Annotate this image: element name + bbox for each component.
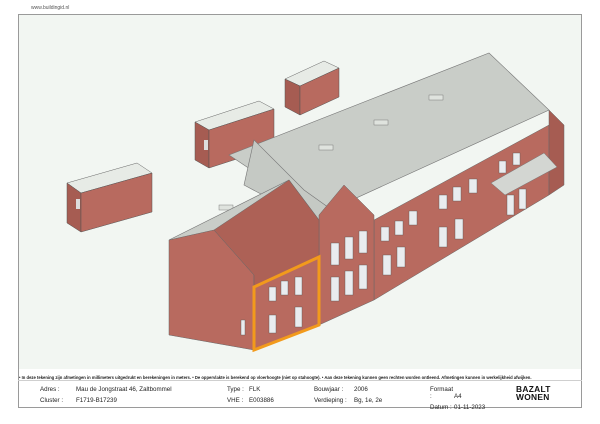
source-url: www.buildingid.nl [31, 5, 70, 11]
cluster-value: F1719-B17239 [76, 397, 117, 404]
vhe-value: E003886 [249, 397, 274, 404]
formaat-block: Formaat : A4 Datum :01-11-2023 [430, 386, 485, 411]
divider [18, 380, 582, 381]
formaat-label: Formaat : [430, 386, 454, 400]
type-value: FLK [249, 386, 261, 393]
logo-line2: WONEN [516, 392, 550, 402]
building-illustration [66, 52, 565, 353]
bouwjaar-value: 2006 [354, 386, 368, 393]
datum-value: 01-11-2023 [454, 404, 486, 411]
type-block: Type : FLK VHE : E003886 [227, 386, 274, 404]
bouwjaar-block: Bouwjaar : 2006 Verdieping : Bg, 1e, 2e [314, 386, 382, 404]
isometric-drawing [19, 15, 581, 369]
formaat-value: A4 [454, 393, 462, 400]
bazalt-wonen-logo: BAZALT WONEN [516, 385, 551, 401]
datum-label: Datum : [430, 404, 452, 411]
adres-label: Adres : [40, 386, 60, 393]
adres-value: Mau de Jongstraat 46, Zaltbommel [76, 386, 172, 393]
cluster-label: Cluster : [40, 397, 64, 404]
address-block: Adres : Mau de Jongstraat 46, Zaltbommel … [40, 386, 172, 404]
bouwjaar-label: Bouwjaar : [314, 386, 344, 393]
verdieping-label: Verdieping : [314, 397, 347, 404]
shed-left [66, 162, 153, 233]
verdieping-value: Bg, 1e, 2e [354, 397, 383, 404]
front-gable-house [168, 179, 321, 353]
vhe-label: VHE : [227, 397, 244, 404]
shed-right [284, 60, 340, 116]
type-label: Type : [227, 386, 244, 393]
